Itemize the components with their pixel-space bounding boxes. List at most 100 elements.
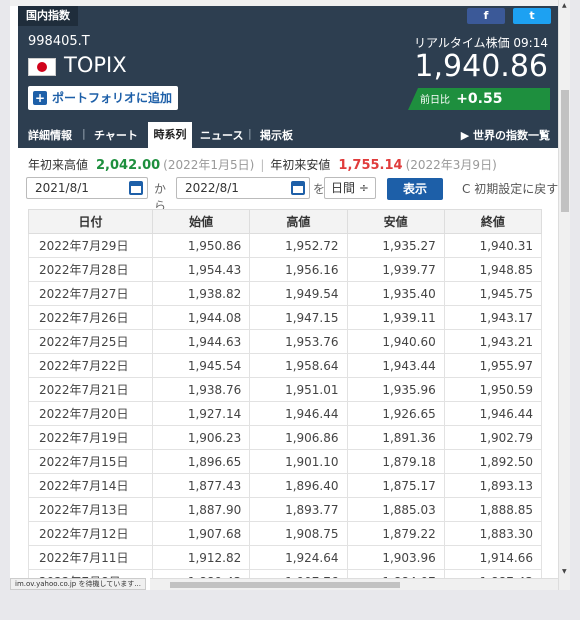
table-row: 2022年7月26日 1,944.08 1,947.15 1,939.11 1,943.… <box>28 305 543 330</box>
cell-high: 1,958.64 <box>249 353 348 378</box>
col-low: 安値 <box>346 209 445 234</box>
cell-low: 1,935.27 <box>346 233 445 258</box>
tab-detail[interactable]: 詳細情報 <box>28 127 72 143</box>
cell-close: 1,943.17 <box>443 305 543 330</box>
horizontal-scroll-thumb[interactable] <box>170 582 400 588</box>
table-row: 2022年7月22日 1,945.54 1,958.64 1,943.44 1,955.… <box>28 353 543 378</box>
tab-board[interactable]: 掲示板 <box>260 127 293 143</box>
to-date-value: 2022/8/1 <box>185 181 239 195</box>
cell-low: 1,903.96 <box>346 545 445 570</box>
tab-news[interactable]: ニュース <box>200 127 243 143</box>
cell-low: 1,939.11 <box>346 305 445 330</box>
table-row: 2022年7月11日 1,912.82 1,924.64 1,903.96 1,914.… <box>28 545 543 570</box>
vertical-scrollbar[interactable]: ▲ ▼ <box>558 0 570 590</box>
cell-high: 1,896.40 <box>249 473 348 498</box>
ticker-code: 998405.T <box>28 34 90 49</box>
facebook-share-icon[interactable]: f <box>467 8 505 24</box>
table-row: 2022年7月20日 1,927.14 1,946.44 1,926.65 1,946.… <box>28 401 543 426</box>
nav-separator: | <box>82 127 86 140</box>
table-row: 2022年7月25日 1,944.63 1,953.76 1,940.60 1,943.… <box>28 329 543 354</box>
cell-open: 1,944.08 <box>151 305 251 330</box>
cell-date: 2022年7月15日 <box>28 449 153 474</box>
cell-low: 1,940.60 <box>346 329 445 354</box>
show-button[interactable]: 表示 <box>387 178 443 200</box>
tab-chart[interactable]: チャート <box>94 127 138 143</box>
cell-open: 1,907.68 <box>151 521 251 546</box>
cell-close: 1,948.85 <box>443 257 543 282</box>
year-low-value: 1,755.14 <box>338 158 403 173</box>
stats-separator: | <box>260 158 265 172</box>
calendar-icon[interactable] <box>129 181 143 195</box>
cell-date: 2022年7月22日 <box>28 353 153 378</box>
col-date: 日付 <box>28 209 153 234</box>
cell-date: 2022年7月26日 <box>28 305 153 330</box>
cell-low: 1,879.22 <box>346 521 445 546</box>
cell-open: 1,927.14 <box>151 401 251 426</box>
cell-date: 2022年7月27日 <box>28 281 153 306</box>
table-row: 2022年7月13日 1,887.90 1,893.77 1,885.03 1,888.… <box>28 497 543 522</box>
change-label: 前日比 <box>420 95 450 106</box>
cell-close: 1,914.66 <box>443 545 543 570</box>
col-open: 始値 <box>151 209 251 234</box>
horizontal-scrollbar[interactable] <box>150 578 558 590</box>
year-high-label: 年初来高値 <box>28 158 89 172</box>
twitter-share-icon[interactable]: t <box>513 8 551 24</box>
year-low-label: 年初来安値 <box>270 158 331 172</box>
add-portfolio-label: ポートフォリオに追加 <box>52 91 173 105</box>
calendar-icon[interactable] <box>291 181 305 195</box>
table-row: 2022年7月28日 1,954.43 1,956.16 1,939.77 1,948.… <box>28 257 543 282</box>
category-tag: 国内指数 <box>18 6 78 26</box>
cell-date: 2022年7月28日 <box>28 257 153 282</box>
scroll-down-icon[interactable]: ▼ <box>562 568 567 575</box>
year-high-date: (2022年1月5日) <box>163 158 255 172</box>
cell-close: 1,888.85 <box>443 497 543 522</box>
cell-close: 1,892.50 <box>443 449 543 474</box>
cell-low: 1,939.77 <box>346 257 445 282</box>
add-portfolio-button[interactable]: + ポートフォリオに追加 <box>28 86 179 110</box>
cell-low: 1,935.40 <box>346 281 445 306</box>
col-close: 終値 <box>443 209 543 234</box>
yearly-stats: 年初来高値 2,042.00 (2022年1月5日) | 年初来安値 1,755.14 (2… <box>28 156 497 173</box>
cell-date: 2022年7月13日 <box>28 497 153 522</box>
vertical-scroll-thumb[interactable] <box>561 90 569 212</box>
current-price: 1,940.86 <box>414 49 548 84</box>
cell-close: 1,950.59 <box>443 377 543 402</box>
cell-high: 1,946.44 <box>249 401 348 426</box>
cell-close: 1,943.21 <box>443 329 543 354</box>
cell-low: 1,926.65 <box>346 401 445 426</box>
year-high-value: 2,042.00 <box>96 158 161 173</box>
cell-date: 2022年7月25日 <box>28 329 153 354</box>
japan-flag-icon <box>28 58 56 76</box>
cell-close: 1,946.44 <box>443 401 543 426</box>
cell-low: 1,879.18 <box>346 449 445 474</box>
scroll-up-icon[interactable]: ▲ <box>562 2 567 9</box>
cell-open: 1,945.54 <box>151 353 251 378</box>
cell-high: 1,952.72 <box>249 233 348 258</box>
reset-link[interactable]: C 初期設定に戻す <box>462 180 558 197</box>
cell-high: 1,908.75 <box>249 521 348 546</box>
price-change-badge: 前日比 +0.55 (+0.03%) <box>408 88 550 110</box>
cell-high: 1,901.10 <box>249 449 348 474</box>
cell-close: 1,893.13 <box>443 473 543 498</box>
cell-close: 1,945.75 <box>443 281 543 306</box>
table-row: 2022年7月14日 1,877.43 1,896.40 1,875.17 1,893.… <box>28 473 543 498</box>
cell-open: 1,944.63 <box>151 329 251 354</box>
cell-high: 1,949.54 <box>249 281 348 306</box>
from-date-input[interactable]: 2021/8/1 <box>26 177 148 199</box>
table-header-row: 日付 始値 高値 安値 終値 <box>28 209 543 234</box>
browser-window: 国内指数 f t 998405.T リアルタイム株価 09:14 TOPIX 1… <box>10 0 570 590</box>
cell-open: 1,950.86 <box>151 233 251 258</box>
tab-timeseries[interactable]: 時系列 <box>148 122 192 148</box>
cell-date: 2022年7月11日 <box>28 545 153 570</box>
world-index-link[interactable]: ▶ 世界の指数一覧 <box>461 127 550 143</box>
cell-high: 1,956.16 <box>249 257 348 282</box>
cell-open: 1,954.43 <box>151 257 251 282</box>
cell-close: 1,902.79 <box>443 425 543 450</box>
cell-date: 2022年7月20日 <box>28 401 153 426</box>
interval-select[interactable]: 日間 ÷ <box>324 177 376 199</box>
col-high: 高値 <box>249 209 348 234</box>
cell-date: 2022年7月12日 <box>28 521 153 546</box>
to-date-input[interactable]: 2022/8/1 <box>176 177 310 199</box>
table-row: 2022年7月15日 1,896.65 1,901.10 1,879.18 1,892.… <box>28 449 543 474</box>
cell-date: 2022年7月21日 <box>28 377 153 402</box>
